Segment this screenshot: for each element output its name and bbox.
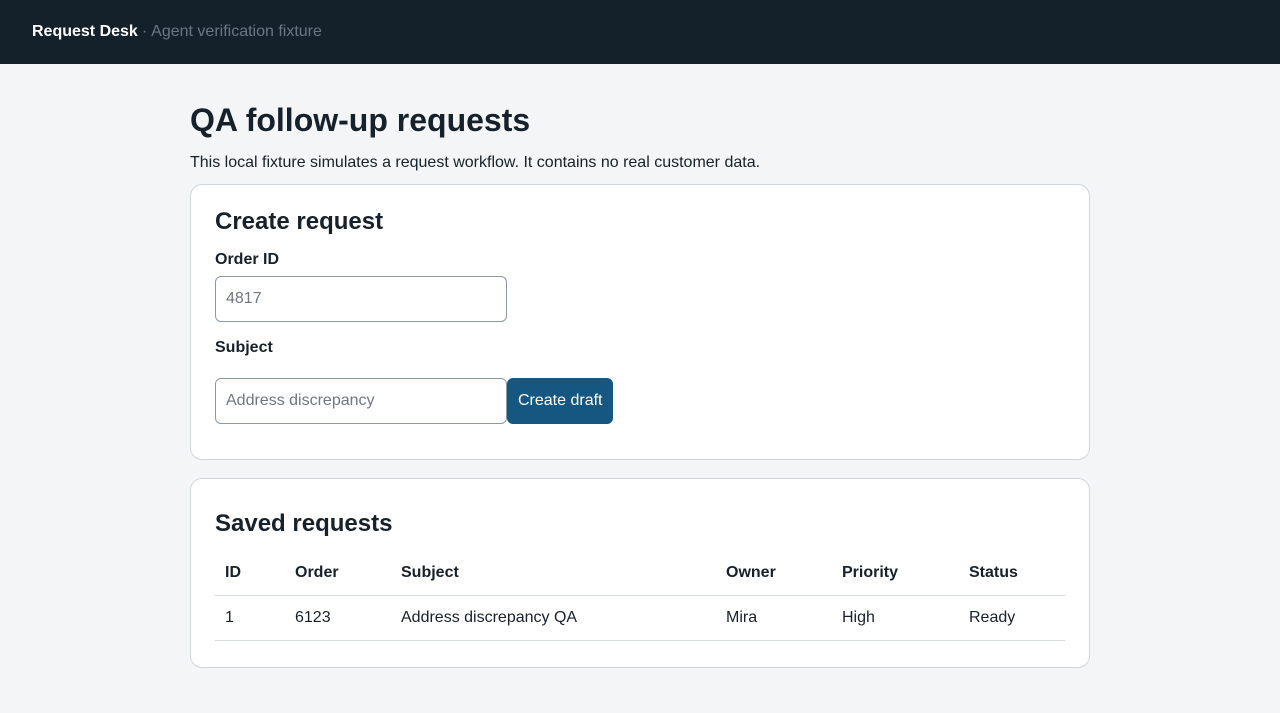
brand-name: Request Desk — [32, 23, 138, 40]
column-header-order: Order — [285, 563, 391, 596]
table-header-row: ID Order Subject Owner Priority Status — [215, 563, 1065, 596]
create-request-title: Create request — [215, 208, 384, 235]
column-header-status: Status — [959, 563, 1065, 596]
column-header-owner: Owner — [716, 563, 832, 596]
saved-requests-table: ID Order Subject Owner Priority Status 1… — [215, 563, 1065, 641]
table-row: 1 6123 Address discrepancy QA Mira High … — [215, 595, 1065, 641]
order-id-input[interactable] — [215, 276, 507, 322]
cell-order: 6123 — [285, 595, 391, 641]
main-content: QA follow-up requests This local fixture… — [190, 64, 1090, 668]
column-header-priority: Priority — [832, 563, 959, 596]
subject-row: Create draft — [215, 378, 1065, 424]
cell-priority: High — [832, 595, 959, 641]
order-id-label: Order ID — [215, 251, 280, 268]
page-title: QA follow-up requests — [190, 102, 531, 138]
column-header-id: ID — [215, 563, 285, 596]
cell-subject: Address discrepancy QA — [391, 595, 716, 641]
top-bar: Request Desk · Agent verification fixtur… — [0, 0, 1280, 64]
column-header-subject: Subject — [391, 563, 716, 596]
brand-separator: · — [141, 23, 148, 40]
cell-status: Ready — [959, 595, 1065, 641]
page-intro: This local fixture simulates a request w… — [190, 154, 761, 171]
create-draft-button[interactable]: Create draft — [507, 378, 614, 424]
cell-id: 1 — [215, 595, 285, 641]
create-request-card: Create request Order ID Subject Create d… — [190, 184, 1090, 460]
subject-label: Subject — [215, 339, 273, 356]
saved-requests-title: Saved requests — [215, 510, 393, 537]
brand-subtitle: Agent verification fixture — [151, 23, 322, 40]
cell-owner: Mira — [716, 595, 832, 641]
subject-input[interactable] — [215, 378, 507, 424]
saved-requests-card: Saved requests ID Order Subject Owner Pr… — [190, 478, 1090, 668]
